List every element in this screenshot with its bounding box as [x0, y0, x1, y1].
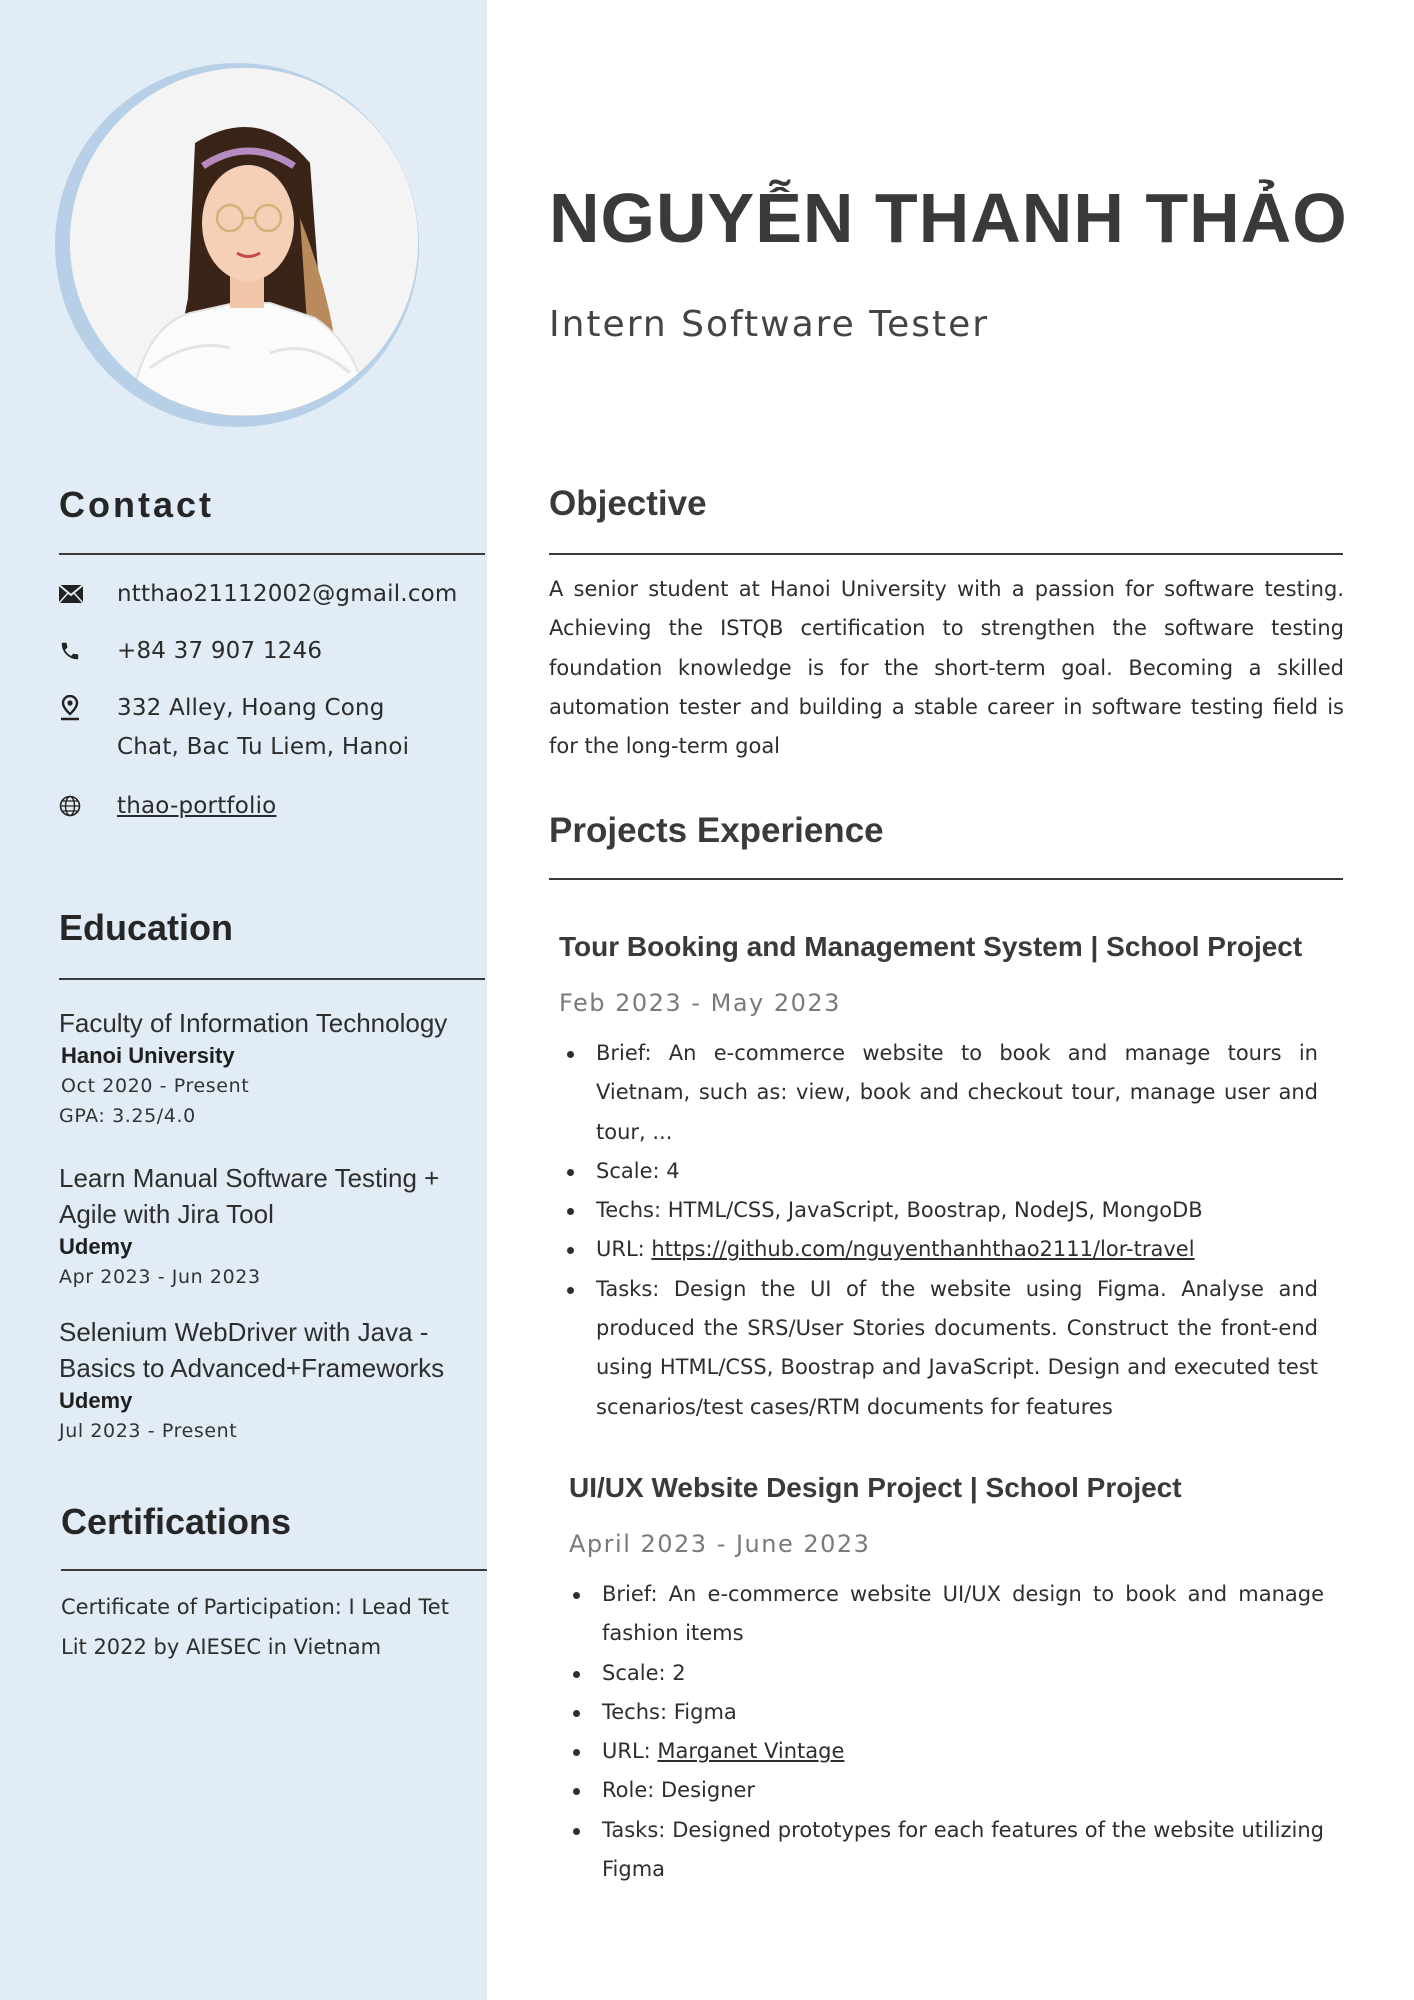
education-date: Oct 2020 - Present	[61, 1075, 250, 1097]
education-date: Jul 2023 - Present	[59, 1420, 238, 1442]
project-scale: Scale: 2	[564, 1654, 1324, 1693]
location-icon	[59, 689, 117, 727]
objective-heading: Objective	[549, 484, 707, 523]
project-tasks: Tasks: Design the UI of the website usin…	[558, 1270, 1318, 1427]
contact-phone: +84 37 907 1246	[59, 632, 322, 671]
education-item: Faculty of Information Technology Hanoi …	[59, 1005, 479, 1131]
certification-text: Certificate of Participation: I Lead Tet…	[61, 1595, 449, 1659]
project-role: Role: Designer	[564, 1771, 1324, 1810]
project-details: Brief: An e-commerce website to book and…	[558, 1034, 1318, 1427]
project-date: Feb 2023 - May 2023	[559, 989, 841, 1017]
project-brief: Brief: An e-commerce website UI/UX desig…	[564, 1575, 1324, 1654]
project-techs: Techs: HTML/CSS, JavaScript, Boostrap, N…	[558, 1191, 1318, 1230]
education-heading: Education	[59, 907, 234, 948]
education-date: Apr 2023 - Jun 2023	[59, 1266, 261, 1288]
certifications-divider	[61, 1569, 487, 1571]
candidate-name: NGUYỄN THANH THẢO	[549, 179, 1348, 257]
contact-divider	[59, 553, 485, 555]
education-org: Hanoi University	[61, 1043, 235, 1068]
address-text: 332 Alley, Hoang Cong Chat, Bac Tu Liem,…	[117, 689, 409, 767]
project-scale: Scale: 4	[558, 1152, 1318, 1191]
project-tasks: Tasks: Designed prototypes for each feat…	[564, 1811, 1324, 1890]
portrait-illustration	[70, 68, 418, 416]
phone-text[interactable]: +84 37 907 1246	[117, 632, 322, 671]
projects-heading: Projects Experience	[549, 811, 884, 850]
education-title: Selenium WebDriver with Java - Basics to…	[59, 1317, 445, 1383]
education-org: Udemy	[59, 1388, 133, 1413]
project-url-label: URL:	[596, 1237, 652, 1262]
contact-address: 332 Alley, Hoang Cong Chat, Bac Tu Liem,…	[59, 689, 409, 767]
contact-portfolio: thao-portfolio	[59, 787, 276, 826]
project-url: URL: https://github.com/nguyenthanhthao2…	[558, 1230, 1318, 1269]
projects-divider	[549, 878, 1343, 880]
address-line-2: Chat, Bac Tu Liem, Hanoi	[117, 734, 410, 760]
education-org: Udemy	[59, 1234, 133, 1259]
candidate-role: Intern Software Tester	[549, 304, 990, 345]
project-url-label: URL:	[602, 1739, 658, 1764]
globe-icon	[59, 787, 117, 825]
contact-heading: Contact	[59, 484, 214, 525]
address-line-1: 332 Alley, Hoang Cong	[117, 695, 385, 721]
objective-text: A senior student at Hanoi University wit…	[549, 577, 1344, 759]
project-title: UI/UX Website Design Project | School Pr…	[569, 1472, 1182, 1503]
certifications-heading: Certifications	[61, 1501, 292, 1542]
education-item: Selenium WebDriver with Java - Basics to…	[59, 1314, 479, 1446]
project-date: April 2023 - June 2023	[569, 1530, 871, 1558]
project-url: URL: Marganet Vintage	[564, 1732, 1324, 1771]
objective-divider	[549, 553, 1343, 555]
project-brief: Brief: An e-commerce website to book and…	[558, 1034, 1318, 1152]
project-url-link[interactable]: https://github.com/nguyenthanhthao2111/l…	[651, 1237, 1194, 1261]
education-gpa: GPA: 3.25/4.0	[59, 1105, 196, 1127]
profile-photo	[70, 68, 418, 416]
project-title: Tour Booking and Management System | Sch…	[559, 931, 1303, 962]
email-text[interactable]: ntthao21112002@gmail.com	[117, 575, 458, 614]
email-icon	[59, 575, 117, 613]
project-techs: Techs: Figma	[564, 1693, 1324, 1732]
education-title: Learn Manual Software Testing + Agile wi…	[59, 1163, 440, 1229]
portfolio-link[interactable]: thao-portfolio	[117, 787, 276, 826]
education-divider	[59, 978, 485, 980]
education-title: Faculty of Information Technology	[59, 1008, 448, 1038]
education-item: Learn Manual Software Testing + Agile wi…	[59, 1160, 479, 1292]
contact-email: ntthao21112002@gmail.com	[59, 575, 458, 614]
project-details: Brief: An e-commerce website UI/UX desig…	[564, 1575, 1324, 1889]
project-url-link[interactable]: Marganet Vintage	[657, 1739, 844, 1763]
phone-icon	[59, 632, 117, 670]
